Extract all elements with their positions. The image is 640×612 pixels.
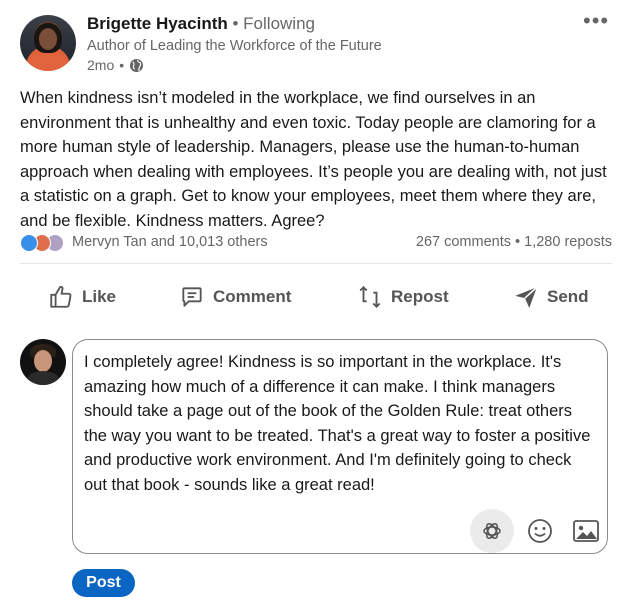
openai-icon [483,523,501,539]
emoji-icon[interactable] [526,517,554,545]
post-comment-button[interactable]: Post [72,569,135,597]
author-name[interactable]: Brigette Hyacinth [87,14,228,33]
engagement-counts: 267 comments • 1,280 reposts [416,234,612,250]
author-headline: Author of Leading the Workforce of the F… [87,38,382,54]
comment-icon [182,287,202,307]
repost-icon [359,285,381,309]
reposts-count[interactable]: 1,280 reposts [524,234,612,250]
post-body: When kindness isn’t modeled in the workp… [20,89,607,230]
send-label: Send [547,287,589,306]
comment-label: Comment [213,287,292,306]
image-icon[interactable] [572,518,600,544]
post-time-label: 2mo [87,57,115,73]
post-time: 2mo • [87,57,144,73]
comments-count[interactable]: 267 comments [416,234,511,250]
reaction-icons[interactable] [20,234,64,252]
commenter-avatar[interactable] [20,339,66,385]
ai-assist-button[interactable] [470,509,514,553]
like-label: Like [82,287,117,306]
time-separator: • [119,57,125,73]
like-button[interactable]: Like [48,284,116,310]
more-options-button[interactable]: ••• [583,10,609,32]
counts-separator: • [515,234,521,250]
author-avatar[interactable] [20,15,76,71]
send-button[interactable]: Send [513,284,589,310]
reactions-summary[interactable]: Mervyn Tan and 10,013 others [72,234,268,250]
separator-dot: • [232,14,239,33]
follow-status[interactable]: Following [243,14,315,33]
comment-input-text[interactable]: I completely agree! Kindness is so impor… [84,350,596,498]
repost-button[interactable]: Repost [357,284,449,310]
globe-icon [130,58,144,72]
divider [20,263,612,264]
like-reaction-icon [20,234,38,252]
thumbs-up-icon [50,285,72,308]
author-line: Brigette Hyacinth • Following [87,14,315,34]
comment-button[interactable]: Comment [179,284,291,310]
repost-label: Repost [391,287,449,306]
send-icon [515,286,538,308]
